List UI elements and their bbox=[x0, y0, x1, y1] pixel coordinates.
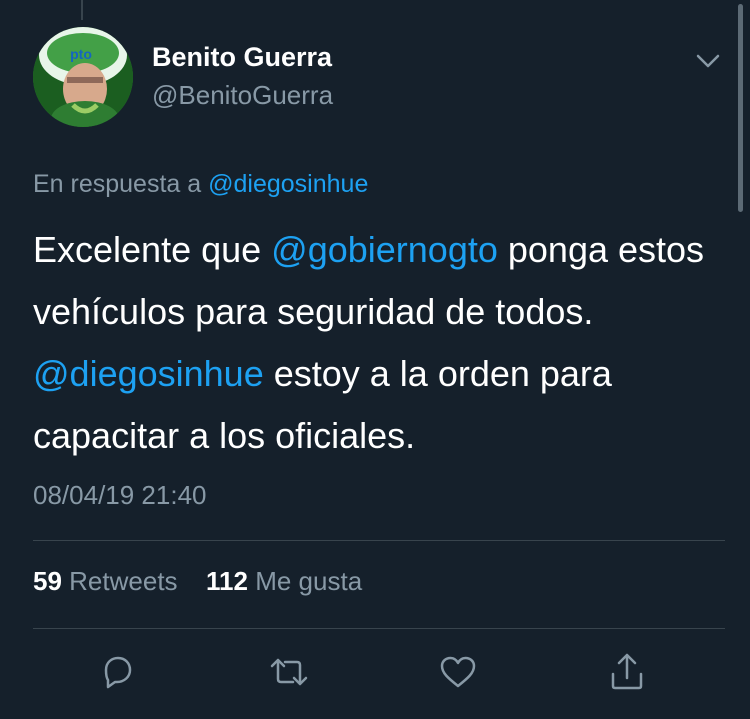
reply-prefix: En respuesta a bbox=[33, 170, 202, 198]
divider bbox=[33, 540, 725, 541]
retweets-count[interactable]: 59 bbox=[33, 566, 62, 596]
reply-context: En respuesta a @diegosinhue bbox=[33, 170, 368, 199]
avatar[interactable]: pto bbox=[33, 27, 133, 127]
share-icon[interactable] bbox=[607, 652, 647, 692]
reply-mention-link[interactable]: @diegosinhue bbox=[208, 170, 368, 198]
mention-link-diegosinhue[interactable]: @diegosinhue bbox=[33, 353, 264, 394]
tweet-text-segment: Excelente que bbox=[33, 229, 272, 270]
chevron-down-icon[interactable] bbox=[693, 49, 723, 73]
likes-label[interactable]: Me gusta bbox=[255, 566, 362, 596]
user-handle[interactable]: @BenitoGuerra bbox=[152, 80, 333, 111]
reply-icon[interactable] bbox=[98, 652, 138, 692]
retweets-label[interactable]: Retweets bbox=[69, 566, 177, 596]
divider bbox=[33, 628, 725, 629]
retweet-icon[interactable] bbox=[269, 652, 309, 692]
tweet-stats: 59 Retweets 112 Me gusta bbox=[33, 566, 362, 597]
display-name[interactable]: Benito Guerra bbox=[152, 42, 332, 73]
heart-icon[interactable] bbox=[438, 652, 478, 692]
scrollbar[interactable] bbox=[738, 4, 743, 212]
thread-line bbox=[81, 0, 83, 20]
likes-count[interactable]: 112 bbox=[206, 566, 248, 596]
svg-text:pto: pto bbox=[70, 46, 92, 62]
tweet-timestamp: 08/04/19 21:40 bbox=[33, 480, 207, 510]
mention-link-gobiernogto[interactable]: @gobiernogto bbox=[271, 229, 498, 270]
tweet-text: Excelente que @gobiernogto ponga estos v… bbox=[33, 219, 723, 467]
